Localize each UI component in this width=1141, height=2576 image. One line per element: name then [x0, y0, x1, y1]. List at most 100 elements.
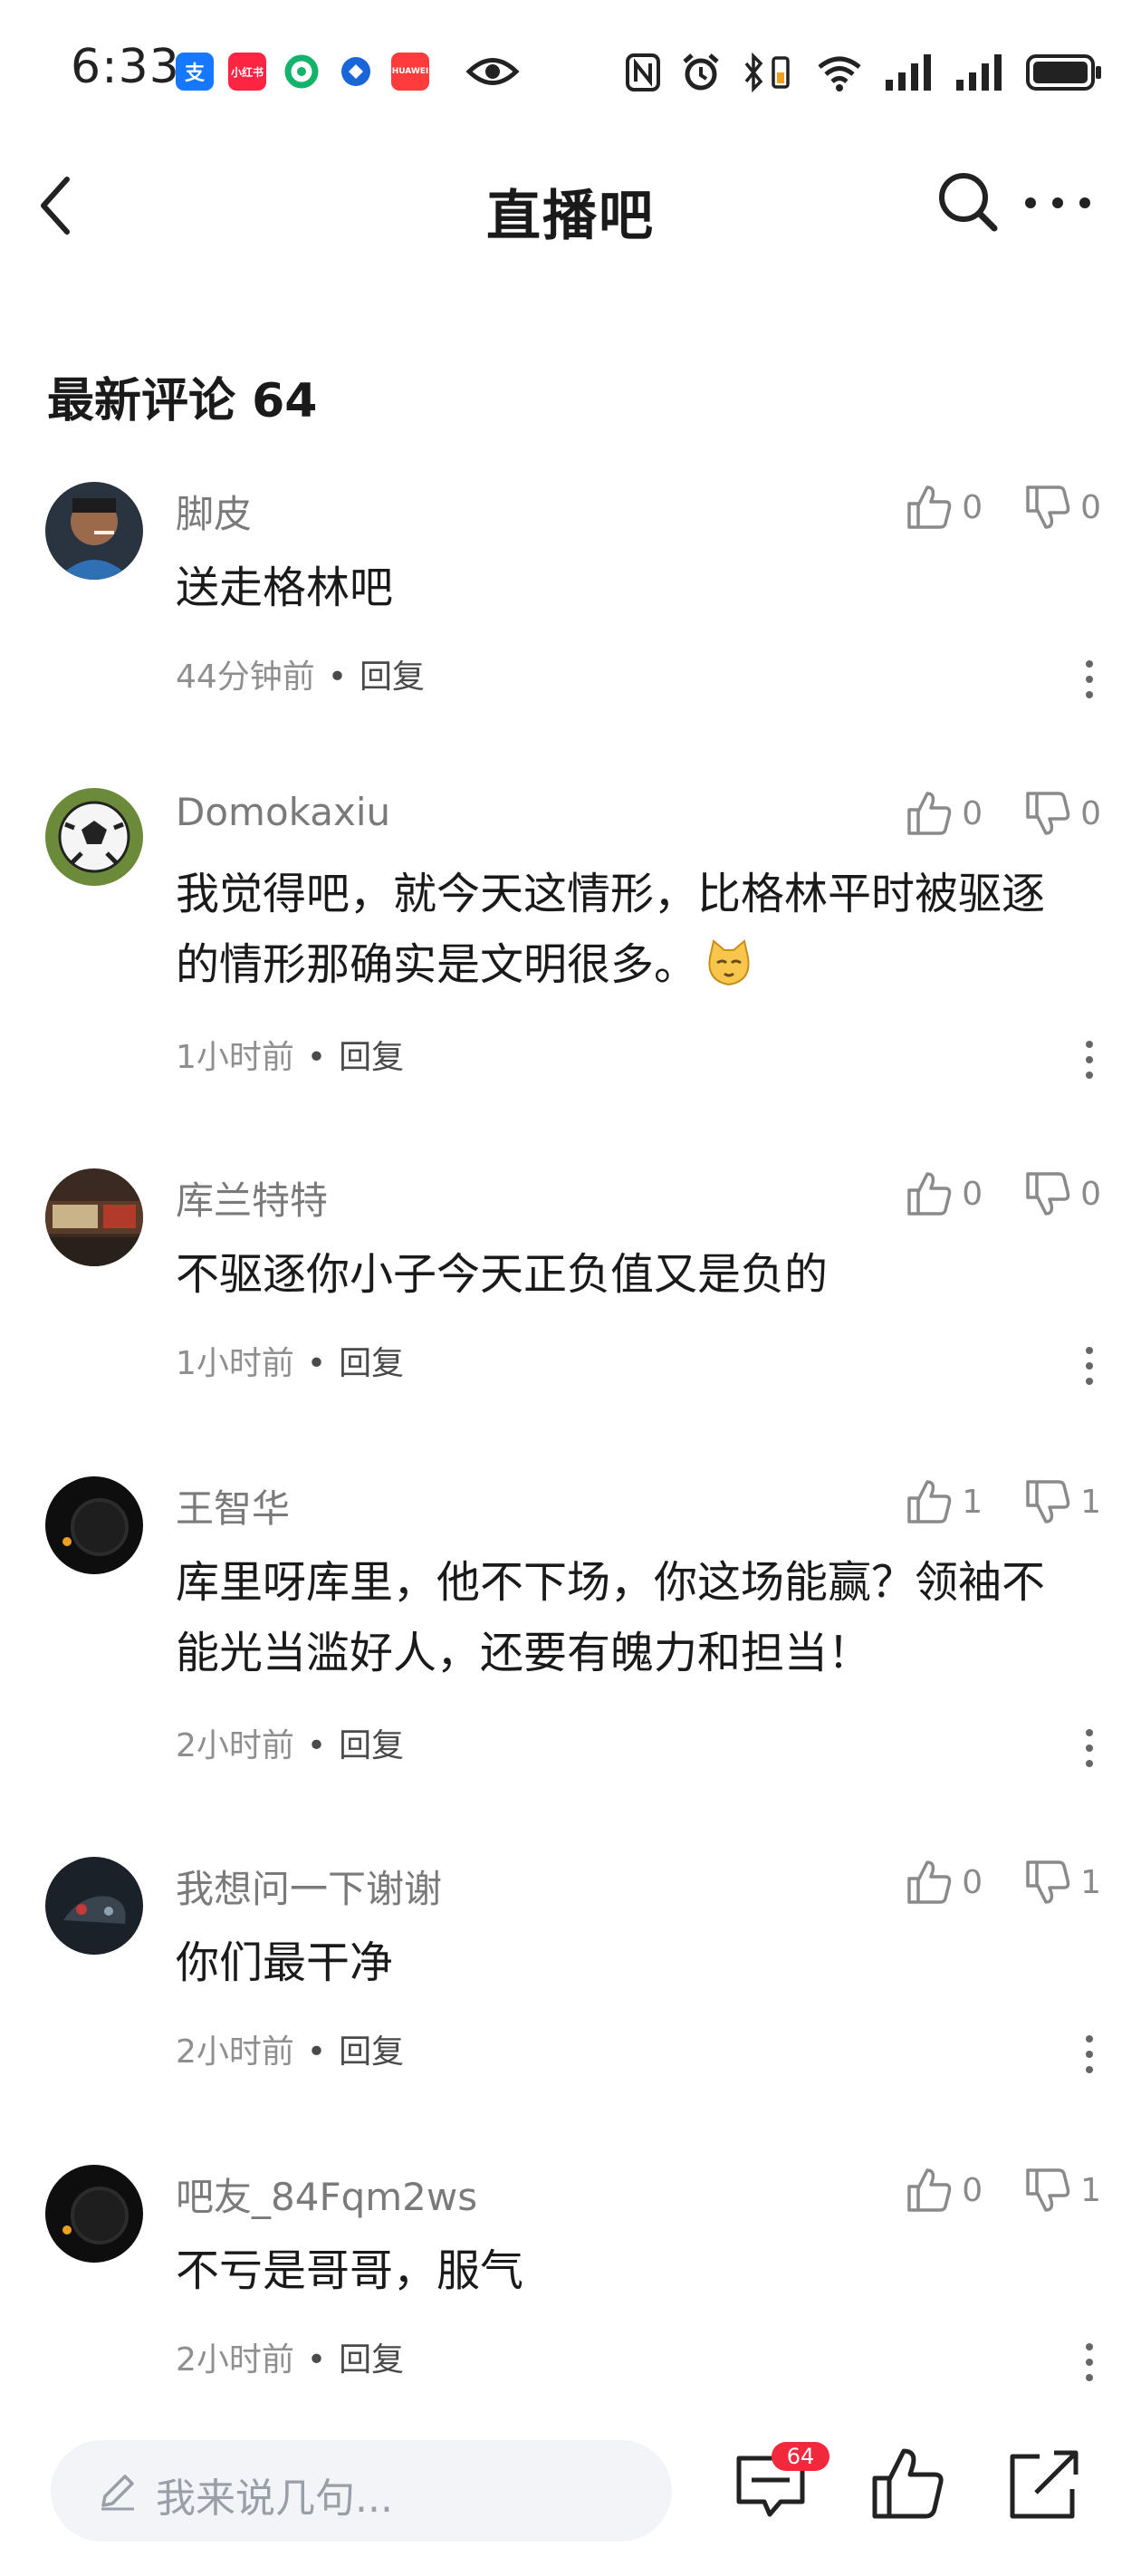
like-button[interactable]: 0: [904, 2165, 983, 2216]
comment-item: 库兰特特 0 0 不驱逐你小子今天正负值又是负的 1小时前 • 回复: [0, 1168, 1141, 1422]
like-count: 0: [962, 1863, 983, 1901]
xiaohongshu-icon: 小红书: [228, 53, 266, 91]
comment-meta: 44分钟前 • 回复: [176, 658, 426, 696]
thumbs-up-icon[interactable]: [868, 2444, 949, 2525]
dislike-count: 0: [1080, 488, 1101, 526]
status-time: 6:33: [71, 40, 180, 94]
thumbs-down-icon: [1026, 1172, 1070, 1216]
vote-group: 0 1: [904, 1857, 1101, 1908]
username[interactable]: Domokaxiu: [176, 790, 390, 834]
like-count: 0: [962, 794, 983, 832]
like-button[interactable]: 0: [904, 482, 983, 533]
comment-item: 吧友_84Fqm2ws 0 1 不亏是哥哥，服气 2小时前 • 回复: [0, 2165, 1141, 2400]
comment-item: 我想问一下谢谢 0 1 你们最干净 2小时前 • 回复: [0, 1857, 1141, 2110]
dislike-count: 1: [1080, 1863, 1101, 1901]
dislike-button[interactable]: 0: [1022, 788, 1101, 839]
thumbs-up-icon: [907, 485, 952, 529]
dislike-count: 0: [1080, 794, 1101, 832]
comment-meta: 1小时前 • 回复: [176, 1039, 405, 1076]
like-button[interactable]: 0: [904, 1857, 983, 1908]
signal-2-icon: [954, 54, 1005, 91]
comment-text: 你们最干净: [176, 1937, 394, 1988]
comment-time: 44分钟前: [176, 658, 315, 696]
green-app-icon: [283, 53, 321, 91]
pencil-icon: [101, 2475, 134, 2511]
thumbs-up-icon: [907, 1480, 952, 1523]
like-count: 1: [962, 1483, 983, 1521]
avatar[interactable]: [45, 2165, 143, 2263]
bluetooth-vibrate-icon: [741, 53, 795, 92]
status-icons: [625, 49, 1103, 96]
thumbs-down-icon: [1026, 1480, 1070, 1523]
comment-text: 不亏是哥哥，服气: [176, 2245, 524, 2296]
comment-meta: 1小时前 • 回复: [176, 1345, 405, 1382]
bottom-bar: 我来说几句... 64: [0, 2409, 1141, 2576]
comment-input-placeholder: 我来说几句...: [156, 2475, 393, 2522]
username[interactable]: 王智华: [176, 1478, 290, 1533]
username[interactable]: 吧友_84Fqm2ws: [176, 2167, 477, 2222]
dislike-button[interactable]: 0: [1022, 482, 1101, 533]
comment-meta: 2小时前 • 回复: [176, 2033, 405, 2071]
eye-icon: [465, 53, 520, 91]
kebab-menu-icon[interactable]: [1085, 1040, 1094, 1080]
status-bar: 6:33 支 小红书 HUAWEI: [0, 0, 1141, 136]
avatar[interactable]: [45, 1857, 143, 1955]
vote-group: 0 0: [904, 482, 1101, 533]
reply-button[interactable]: 回复: [360, 658, 425, 696]
kebab-menu-icon[interactable]: [1085, 659, 1094, 699]
like-button[interactable]: 1: [904, 1476, 983, 1527]
comment-time: 1小时前: [176, 1039, 294, 1076]
reply-button[interactable]: 回复: [339, 1345, 404, 1382]
kebab-menu-icon[interactable]: [1085, 2342, 1094, 2382]
avatar[interactable]: [45, 482, 143, 580]
kebab-menu-icon[interactable]: [1085, 2034, 1094, 2074]
reply-button[interactable]: 回复: [339, 1039, 404, 1076]
dislike-button[interactable]: 1: [1022, 1857, 1101, 1908]
avatar[interactable]: [45, 788, 143, 886]
comment-text: 库里呀库里，他不下场，你这场能赢？领袖不能光当滥好人，还要有魄力和担当！: [176, 1557, 1046, 1678]
dislike-count: 1: [1080, 2171, 1101, 2209]
like-button[interactable]: 0: [904, 788, 983, 839]
dislike-count: 1: [1080, 1483, 1101, 1521]
thumbs-down-icon: [1026, 1860, 1070, 1904]
dislike-button[interactable]: 1: [1022, 1476, 1101, 1527]
vote-group: 0 1: [904, 2165, 1101, 2216]
username[interactable]: 库兰特特: [176, 1170, 328, 1226]
thumbs-up-icon: [907, 1860, 952, 1904]
battery-icon: [1025, 53, 1103, 92]
alipay-icon: 支: [176, 53, 214, 91]
dislike-button[interactable]: 1: [1022, 2165, 1101, 2216]
nfc-icon: [625, 53, 661, 92]
comment-item: Domokaxiu 0 0 我觉得吧，就今天这情形，比格林平时被驱逐的情形那确实…: [0, 788, 1141, 1114]
cat-emoji-icon: [708, 939, 750, 986]
thumbs-down-icon: [1026, 485, 1070, 529]
more-icon[interactable]: [1021, 194, 1094, 212]
dislike-button[interactable]: 0: [1022, 1168, 1101, 1219]
signal-icon: [884, 54, 935, 91]
like-button[interactable]: 0: [904, 1168, 983, 1219]
vote-group: 0 0: [904, 788, 1101, 839]
search-icon[interactable]: [935, 168, 1000, 234]
thumbs-up-icon: [907, 2168, 952, 2212]
avatar[interactable]: [45, 1476, 143, 1574]
comment-time: 2小时前: [176, 1727, 294, 1764]
blue-app-icon: [337, 53, 375, 91]
comment-text: 送走格林吧: [176, 562, 394, 613]
comments-section-title: 最新评论 64: [47, 374, 318, 428]
reply-button[interactable]: 回复: [339, 1727, 404, 1764]
share-icon[interactable]: [1003, 2444, 1085, 2525]
username[interactable]: 脚皮: [176, 484, 252, 539]
thumbs-up-icon: [907, 1172, 952, 1216]
username[interactable]: 我想问一下谢谢: [176, 1859, 442, 1914]
comment-time: 1小时前: [176, 1345, 294, 1382]
reply-button[interactable]: 回复: [339, 2033, 404, 2071]
comment-text: 我觉得吧，就今天这情形，比格林平时被驱逐的情形那确实是文明很多。: [176, 869, 1046, 990]
huawei-icon: HUAWEI: [391, 53, 429, 91]
avatar[interactable]: [45, 1168, 143, 1266]
comment-meta: 2小时前 • 回复: [176, 2341, 405, 2379]
reply-button[interactable]: 回复: [339, 2341, 404, 2379]
kebab-menu-icon[interactable]: [1085, 1728, 1094, 1768]
comment-input[interactable]: 我来说几句...: [51, 2440, 672, 2542]
comment-item: 脚皮 0 0 送走格林吧 44分钟前 • 回复: [0, 482, 1141, 735]
kebab-menu-icon[interactable]: [1085, 1346, 1094, 1386]
